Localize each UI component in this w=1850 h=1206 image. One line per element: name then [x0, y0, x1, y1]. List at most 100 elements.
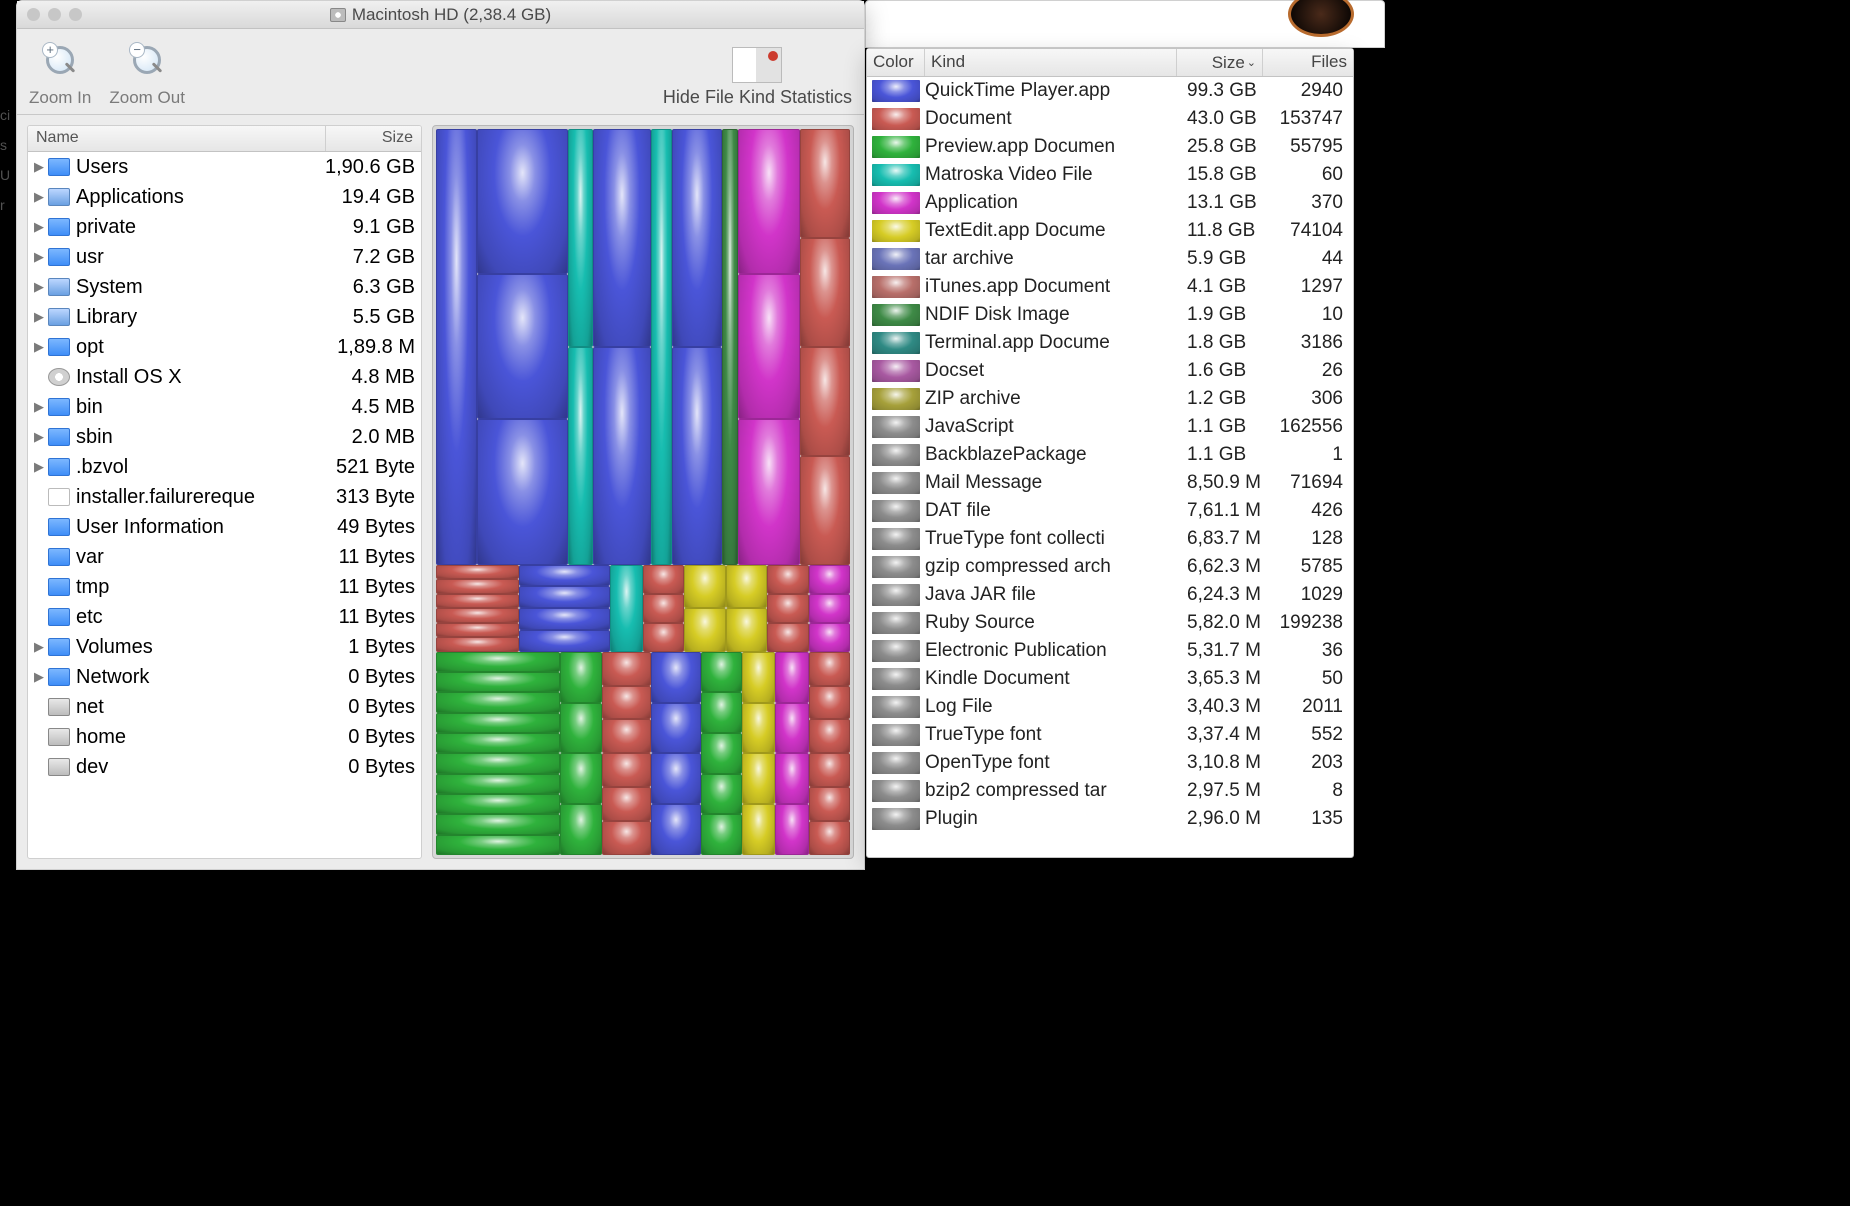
zoom-out-button[interactable]: − Zoom Out	[109, 42, 185, 108]
treemap-cell[interactable]	[701, 652, 742, 693]
treemap-cell[interactable]	[436, 672, 560, 692]
treemap-cell[interactable]	[800, 129, 850, 238]
file-row[interactable]: ▶.bzvol521 Byte	[28, 452, 421, 482]
file-row[interactable]: ▶Network0 Bytes	[28, 662, 421, 692]
stats-row[interactable]: Application13.1 GB370	[867, 189, 1353, 217]
treemap-cell[interactable]	[477, 129, 568, 274]
treemap-cell[interactable]	[436, 129, 477, 565]
treemap-cell[interactable]	[800, 456, 850, 565]
treemap-cell[interactable]	[602, 686, 652, 720]
treemap-cell[interactable]	[477, 419, 568, 564]
treemap-cell[interactable]	[643, 594, 684, 623]
treemap-cell[interactable]	[775, 652, 808, 703]
treemap-cell[interactable]	[742, 652, 775, 703]
treemap[interactable]	[436, 129, 850, 855]
treemap-cell[interactable]	[602, 719, 652, 753]
treemap-cell[interactable]	[684, 565, 725, 609]
treemap-cell[interactable]	[722, 129, 739, 565]
treemap-cell[interactable]	[602, 787, 652, 821]
stats-rows[interactable]: QuickTime Player.app99.3 GB2940Document4…	[867, 77, 1353, 857]
treemap-cell[interactable]	[651, 753, 701, 804]
column-header-kind[interactable]: Kind	[925, 49, 1177, 76]
treemap-cell[interactable]	[651, 129, 672, 565]
file-row[interactable]: dev0 Bytes	[28, 752, 421, 782]
treemap-cell[interactable]	[436, 733, 560, 753]
treemap-cell[interactable]	[809, 686, 850, 720]
stats-row[interactable]: Matroska Video File15.8 GB60	[867, 161, 1353, 189]
stats-row[interactable]: Kindle Document3,65.3 M50	[867, 665, 1353, 693]
stats-row[interactable]: gzip compressed arch6,62.3 M5785	[867, 553, 1353, 581]
treemap-cell[interactable]	[436, 652, 560, 672]
file-list-rows[interactable]: ▶Users1,90.6 GB▶Applications19.4 GB▶priv…	[28, 152, 421, 858]
treemap-cell[interactable]	[519, 630, 610, 652]
treemap-cell[interactable]	[436, 835, 560, 855]
treemap-cell[interactable]	[809, 787, 850, 821]
stats-row[interactable]: JavaScript1.1 GB162556	[867, 413, 1353, 441]
treemap-cell[interactable]	[651, 804, 701, 855]
title-bar[interactable]: Macintosh HD (2,38.4 GB)	[17, 1, 864, 29]
stats-row[interactable]: Java JAR file6,24.3 M1029	[867, 581, 1353, 609]
treemap-cell[interactable]	[436, 623, 519, 638]
stats-row[interactable]: iTunes.app Document4.1 GB1297	[867, 273, 1353, 301]
file-row[interactable]: ▶opt1,89.8 M	[28, 332, 421, 362]
stats-row[interactable]: ZIP archive1.2 GB306	[867, 385, 1353, 413]
treemap-cell[interactable]	[738, 419, 800, 564]
treemap-cell[interactable]	[738, 274, 800, 419]
treemap-cell[interactable]	[436, 565, 519, 580]
treemap-cell[interactable]	[519, 608, 610, 630]
disclosure-triangle-icon[interactable]: ▶	[32, 189, 46, 205]
file-row[interactable]: tmp11 Bytes	[28, 572, 421, 602]
file-row[interactable]: ▶private9.1 GB	[28, 212, 421, 242]
treemap-cell[interactable]	[436, 637, 519, 652]
treemap-cell[interactable]	[436, 794, 560, 814]
stats-row[interactable]: Log File3,40.3 M2011	[867, 693, 1353, 721]
file-row[interactable]: ▶Volumes1 Bytes	[28, 632, 421, 662]
stats-row[interactable]: TextEdit.app Docume11.8 GB74104	[867, 217, 1353, 245]
treemap-cell[interactable]	[477, 274, 568, 419]
treemap-cell[interactable]	[809, 821, 850, 855]
treemap-cell[interactable]	[436, 608, 519, 623]
treemap-cell[interactable]	[742, 804, 775, 855]
treemap-panel[interactable]	[432, 125, 854, 859]
treemap-cell[interactable]	[738, 129, 800, 274]
stats-row[interactable]: bzip2 compressed tar2,97.5 M8	[867, 777, 1353, 805]
column-header-files[interactable]: Files	[1263, 49, 1353, 76]
stats-row[interactable]: Plugin2,96.0 M135	[867, 805, 1353, 833]
treemap-cell[interactable]	[560, 703, 601, 754]
file-row[interactable]: installer.failurereque313 Byte	[28, 482, 421, 512]
treemap-cell[interactable]	[519, 565, 610, 587]
treemap-cell[interactable]	[436, 594, 519, 609]
stats-row[interactable]: Docset1.6 GB26	[867, 357, 1353, 385]
stats-row[interactable]: Terminal.app Docume1.8 GB3186	[867, 329, 1353, 357]
treemap-cell[interactable]	[436, 753, 560, 773]
file-row[interactable]: ▶bin4.5 MB	[28, 392, 421, 422]
treemap-cell[interactable]	[602, 821, 652, 855]
file-row[interactable]: ▶Users1,90.6 GB	[28, 152, 421, 182]
treemap-cell[interactable]	[602, 753, 652, 787]
zoom-in-button[interactable]: + Zoom In	[29, 42, 91, 108]
stats-row[interactable]: Mail Message8,50.9 M71694	[867, 469, 1353, 497]
disclosure-triangle-icon[interactable]: ▶	[32, 159, 46, 175]
treemap-cell[interactable]	[701, 774, 742, 815]
close-traffic-light[interactable]	[27, 8, 40, 21]
treemap-cell[interactable]	[809, 623, 850, 652]
treemap-cell[interactable]	[651, 703, 701, 754]
treemap-cell[interactable]	[560, 804, 601, 855]
stats-row[interactable]: Electronic Publication5,31.7 M36	[867, 637, 1353, 665]
file-row[interactable]: Install OS X4.8 MB	[28, 362, 421, 392]
treemap-cell[interactable]	[436, 814, 560, 834]
column-header-name[interactable]: Name	[28, 126, 326, 151]
stats-row[interactable]: TrueType font collecti6,83.7 M128	[867, 525, 1353, 553]
file-row[interactable]: User Information49 Bytes	[28, 512, 421, 542]
treemap-cell[interactable]	[568, 347, 593, 565]
treemap-cell[interactable]	[643, 623, 684, 652]
minimize-traffic-light[interactable]	[48, 8, 61, 21]
treemap-cell[interactable]	[726, 565, 767, 609]
treemap-cell[interactable]	[436, 692, 560, 712]
column-header-color[interactable]: Color	[867, 49, 925, 76]
stats-row[interactable]: OpenType font3,10.8 M203	[867, 749, 1353, 777]
disclosure-triangle-icon[interactable]: ▶	[32, 399, 46, 415]
treemap-cell[interactable]	[436, 713, 560, 733]
treemap-cell[interactable]	[593, 347, 651, 565]
treemap-cell[interactable]	[701, 814, 742, 855]
